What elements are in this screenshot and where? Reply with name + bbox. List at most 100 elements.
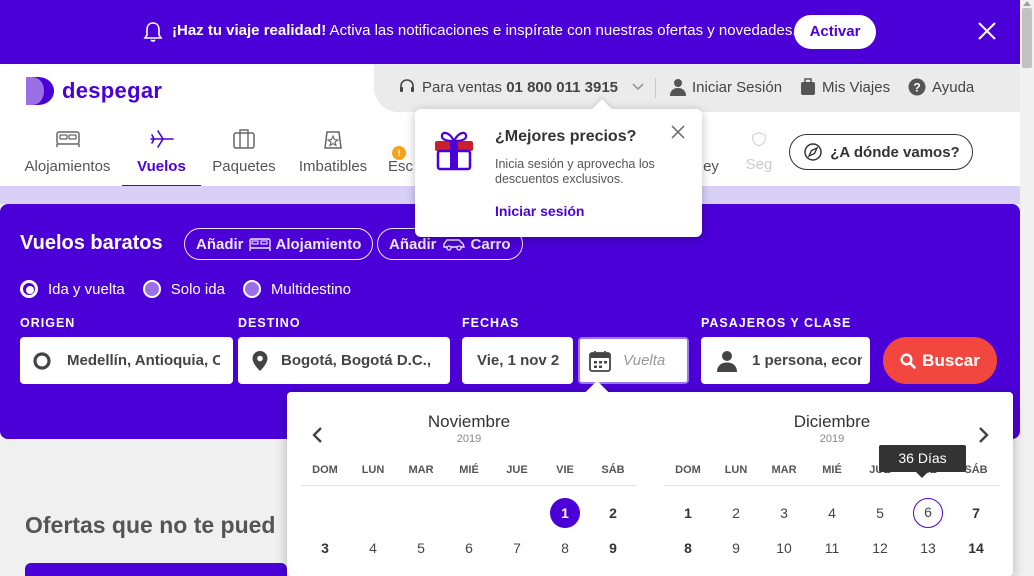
calendar-day[interactable]: 1 <box>541 498 589 528</box>
radio-multi-city[interactable]: Multidestino <box>242 280 351 298</box>
calendar-day[interactable]: 11 <box>808 533 856 563</box>
help-link[interactable]: ? Ayuda <box>908 78 974 96</box>
date-picker: Noviembre 2019 DOM LUN MAR MIÉ JUE VIE SÁB 123… <box>287 392 1013 576</box>
calendar-day[interactable]: 9 <box>589 533 637 563</box>
sales-label: Para ventas <box>422 78 503 96</box>
destination-field[interactable]: Bogotá, Bogotá D.C., Colombia <box>238 337 450 384</box>
tab-alojamientos[interactable]: Alojamientos <box>24 124 111 186</box>
headset-icon <box>400 79 414 92</box>
logo[interactable]: despegar <box>24 74 162 108</box>
calendar-month-december: Diciembre 2019 DOMLUNMARMIÉJUEVIESÁB 123… <box>664 412 1000 576</box>
depart-date-field[interactable]: Vie, 1 nov 2019 <box>462 337 573 384</box>
calendar-day[interactable]: 15 <box>541 568 589 576</box>
calendar-day[interactable]: 7 <box>952 498 1000 528</box>
close-icon[interactable] <box>671 125 685 139</box>
tab-paquetes[interactable]: Paquetes <box>212 124 276 186</box>
calendar-day[interactable]: 2 <box>589 498 637 528</box>
login-link[interactable]: Iniciar Sesión <box>670 78 782 96</box>
calendar-day-number: 3 <box>780 505 788 521</box>
weekday-label: MIÉ <box>822 464 842 476</box>
add-hotel-button[interactable]: Añadir Alojamiento <box>184 228 374 260</box>
calendar-day[interactable]: 10 <box>301 568 349 576</box>
search-button[interactable]: Buscar <box>883 337 997 384</box>
calendar-day-number: 2 <box>609 505 617 521</box>
sales-phone-dropdown[interactable]: Para ventas 01 800 011 3915 <box>398 78 650 96</box>
calendar-day[interactable]: 3 <box>760 498 808 528</box>
calendar-day[interactable]: 4 <box>349 533 397 563</box>
calendar-day[interactable]: 13 <box>445 568 493 576</box>
calendar-day[interactable]: 14 <box>493 568 541 576</box>
return-date-field[interactable]: Vuelta <box>577 336 690 385</box>
calendar-day-number: 12 <box>406 568 436 576</box>
activate-notifications-button[interactable]: Activar <box>794 15 876 49</box>
my-trips-link[interactable]: Mis Viajes <box>800 78 890 96</box>
calendar-day-number: 14 <box>968 540 984 556</box>
scrollbar-thumb[interactable] <box>1022 8 1032 68</box>
weekday-label: LUN <box>361 464 385 476</box>
calendar-day[interactable]: 17 <box>760 568 808 576</box>
calendar-icon <box>589 350 611 372</box>
calendar-day[interactable]: 6 <box>904 498 952 528</box>
calendar-day-number: 8 <box>561 540 569 556</box>
calendar-day-number: 2 <box>732 505 740 521</box>
passengers-field[interactable]: 1 persona, económica <box>701 337 870 384</box>
offer-card[interactable] <box>25 563 287 576</box>
radio-indicator <box>142 280 161 298</box>
calendar-day-number: 11 <box>824 540 840 556</box>
calendar-day-number: 16 <box>598 568 628 576</box>
calendar-day-number: 11 <box>358 568 388 576</box>
bell-icon <box>143 22 163 42</box>
calendar-day-number: 15 <box>550 568 580 576</box>
calendar-day[interactable]: 4 <box>808 498 856 528</box>
calendar-day[interactable]: 18 <box>808 568 856 576</box>
calendar-day[interactable]: 8 <box>541 533 589 563</box>
calendar-day[interactable]: 5 <box>856 498 904 528</box>
calendar-day[interactable]: 13 <box>904 533 952 563</box>
calendar-day[interactable]: 15 <box>664 568 712 576</box>
tab-vuelos[interactable]: Vuelos <box>122 124 201 187</box>
calendar-day[interactable]: 16 <box>589 568 637 576</box>
weekday-label: MIÉ <box>459 464 479 476</box>
month-year: 2019 <box>456 433 482 445</box>
radio-indicator <box>242 280 261 298</box>
scroll-up-arrow[interactable] <box>1023 1 1031 6</box>
popup-description: Inicia sesión y aprovecha los descuentos… <box>495 157 655 186</box>
calendar-day[interactable]: 6 <box>445 533 493 563</box>
close-icon[interactable] <box>976 20 998 42</box>
calendar-day[interactable]: 10 <box>760 533 808 563</box>
gift-icon <box>435 131 473 171</box>
weekday-label: SÁB <box>601 464 625 476</box>
tab-imbatibles[interactable]: Imbatibles <box>296 124 370 186</box>
calendar-day[interactable]: 12 <box>397 568 445 576</box>
explore-button[interactable]: ¿A dónde vamos? <box>789 134 973 170</box>
calendar-day[interactable]: 2 <box>712 498 760 528</box>
weekday-label: JUE <box>506 464 528 476</box>
calendar-day[interactable]: 3 <box>301 533 349 563</box>
calendar-day[interactable]: 9 <box>712 533 760 563</box>
notification-message: ¡Haz tu viaje realidad! Activa las notif… <box>172 22 797 39</box>
calendar-day[interactable]: 1 <box>664 498 712 528</box>
calendar-day-number: 6 <box>465 540 473 556</box>
calendar-day[interactable]: 14 <box>952 533 1000 563</box>
popup-login-link[interactable]: Iniciar sesión <box>495 203 584 219</box>
calendar-day[interactable]: 8 <box>664 533 712 563</box>
tab-money[interactable]: ey <box>701 124 721 186</box>
tab-seguros[interactable]: Seg <box>744 124 774 186</box>
calendar-day[interactable]: 19 <box>856 568 904 576</box>
trip-type-radios: Ida y vuelta Solo ida Multidestino <box>20 280 369 298</box>
calendar-day-number: 15 <box>673 568 703 576</box>
scrollbar[interactable] <box>1020 0 1034 576</box>
calendar-day[interactable]: 5 <box>397 533 445 563</box>
calendar-day[interactable]: 21 <box>952 568 1000 576</box>
calendar-day-number: 3 <box>321 540 329 556</box>
calendar-day[interactable]: 11 <box>349 568 397 576</box>
calendar-day-number: 18 <box>817 568 847 576</box>
radio-round-trip[interactable]: Ida y vuelta <box>20 280 125 298</box>
calendar-day[interactable]: 12 <box>856 533 904 563</box>
calendar-day[interactable]: 16 <box>712 568 760 576</box>
calendar-day[interactable]: 20 <box>904 568 952 576</box>
origin-field[interactable]: Medellín, Antioquia, Colombia <box>20 337 233 384</box>
weekday-label: LUN <box>724 464 748 476</box>
calendar-day[interactable]: 7 <box>493 533 541 563</box>
radio-one-way[interactable]: Solo ida <box>142 280 225 298</box>
